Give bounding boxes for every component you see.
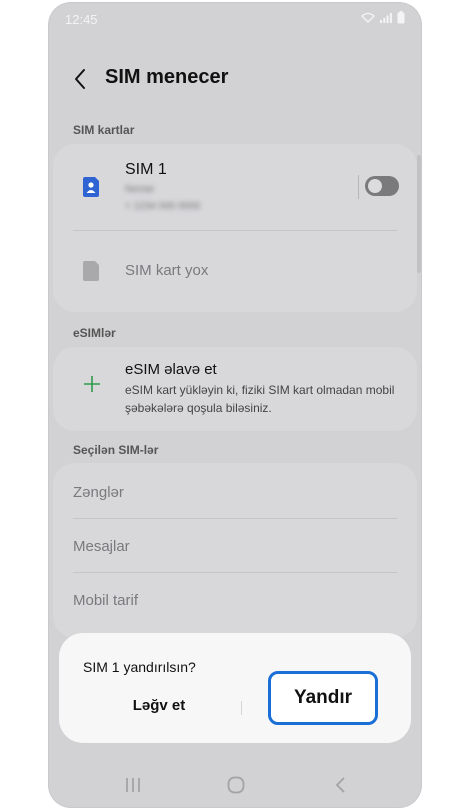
dialog-title: SIM 1 yandırılsın? bbox=[83, 659, 196, 675]
divider bbox=[73, 572, 397, 573]
sim-card-empty-icon bbox=[81, 260, 101, 282]
navigation-bar bbox=[49, 765, 421, 805]
sim2-title: SIM kart yox bbox=[125, 262, 209, 279]
toggle-knob bbox=[368, 179, 382, 193]
wifi-icon bbox=[361, 12, 375, 23]
preferred-item-mobile-data[interactable]: Mobil tarif bbox=[73, 592, 138, 609]
cancel-button[interactable]: Ləğv et bbox=[99, 697, 219, 721]
page-title: SIM menecer bbox=[105, 66, 229, 88]
section-label-preferred: Seçilən SIM-lər bbox=[73, 443, 159, 457]
turn-on-button[interactable]: Yandır bbox=[268, 671, 378, 725]
sim1-number: + 1234 000 0000 bbox=[125, 201, 201, 212]
switch-divider bbox=[358, 175, 359, 199]
home-icon[interactable] bbox=[224, 773, 248, 797]
sim-card-icon bbox=[81, 176, 101, 198]
esim-add-description: eSIM kart yükləyin ki, fiziki SIM kart o… bbox=[125, 383, 395, 415]
sim2-row: SIM kart yox bbox=[53, 231, 417, 312]
preferred-item-calls[interactable]: Zənglər bbox=[73, 484, 124, 501]
recent-apps-icon[interactable] bbox=[121, 773, 145, 797]
battery-icon bbox=[397, 11, 405, 24]
esim-card[interactable]: eSIM əlavə et eSIM kart yükləyin ki, fiz… bbox=[53, 347, 417, 431]
preferred-sims-card: Zənglər Mesajlar Mobil tarif bbox=[53, 463, 417, 638]
back-icon[interactable] bbox=[329, 773, 353, 797]
status-time: 12:45 bbox=[65, 12, 98, 27]
chevron-left-icon[interactable] bbox=[69, 65, 93, 93]
app-bar: SIM menecer bbox=[49, 59, 421, 99]
scrollbar[interactable] bbox=[417, 155, 421, 273]
enable-sim-dialog: SIM 1 yandırılsın? Ləğv et Yandır bbox=[59, 633, 411, 743]
sim1-title: SIM 1 bbox=[125, 161, 167, 178]
dialog-button-divider bbox=[241, 701, 242, 715]
preferred-item-messages[interactable]: Mesajlar bbox=[73, 538, 130, 555]
status-icons bbox=[361, 11, 405, 24]
status-bar: 12:45 bbox=[49, 3, 421, 37]
section-label-esims: eSIMlər bbox=[73, 326, 116, 340]
sim1-carrier: Nectar bbox=[125, 184, 155, 195]
sim1-toggle[interactable] bbox=[365, 176, 399, 196]
plus-icon bbox=[84, 376, 100, 392]
sim-cards-card: SIM 1 Nectar + 1234 000 0000 SIM kart yo… bbox=[53, 144, 417, 312]
phone-screen: 12:45 SIM menecer SIM kartlar SIM 1 Nect… bbox=[49, 3, 421, 807]
sim1-row[interactable]: SIM 1 Nectar + 1234 000 0000 bbox=[53, 144, 417, 230]
signal-icon bbox=[380, 13, 392, 23]
section-label-sim-cards: SIM kartlar bbox=[73, 123, 135, 137]
esim-add-title: eSIM əlavə et bbox=[125, 361, 217, 378]
divider bbox=[73, 518, 397, 519]
